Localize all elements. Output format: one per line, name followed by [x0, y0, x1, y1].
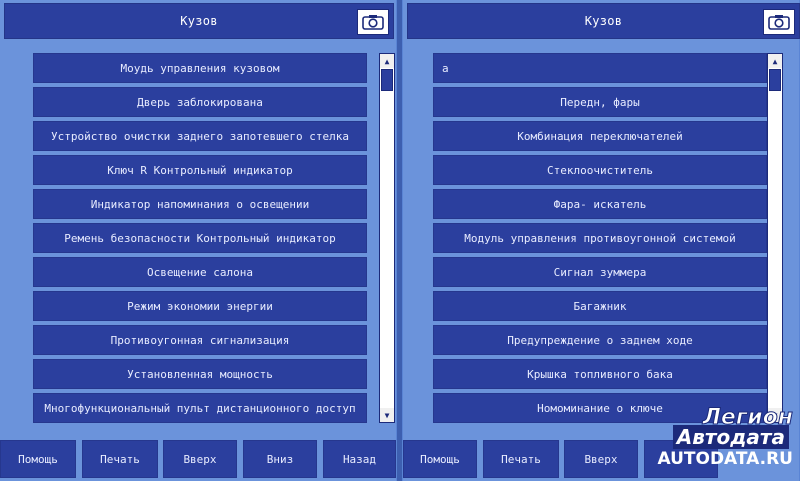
right-toolbar: Помощь Печать Вверх: [403, 440, 799, 478]
left-toolbar: Помощь Печать Вверх Вниз Назад: [0, 440, 396, 478]
left-title-bar: Кузов: [4, 3, 394, 39]
triangle-down-icon[interactable]: ▼: [768, 408, 782, 422]
left-scrollbar[interactable]: ▲ ▼: [379, 53, 395, 423]
left-item-list: Моудь управления кузовом Дверь заблокиро…: [33, 53, 367, 427]
right-scroll-thumb[interactable]: [769, 69, 781, 91]
help-button[interactable]: Помощь: [0, 440, 76, 478]
list-item[interactable]: Ремень безопасности Контрольный индикато…: [33, 223, 367, 253]
right-scrollbar[interactable]: ▲ ▼: [767, 53, 783, 423]
back-button[interactable]: Назад: [323, 440, 396, 478]
list-item[interactable]: Предупреждение о заднем ходе: [433, 325, 767, 355]
list-item[interactable]: Передн, фары: [433, 87, 767, 117]
list-item[interactable]: Устройство очистки заднего запотевшего с…: [33, 121, 367, 151]
help-button[interactable]: Помощь: [403, 440, 477, 478]
list-item[interactable]: Фара- искатель: [433, 189, 767, 219]
right-page-title: Кузов: [584, 14, 623, 28]
list-item[interactable]: Противоугонная сигнализация: [33, 325, 367, 355]
list-item[interactable]: Сигнал зуммера: [433, 257, 767, 287]
list-item[interactable]: Модуль управления противоугонной системо…: [433, 223, 767, 253]
triangle-up-icon[interactable]: ▲: [380, 54, 394, 68]
up-button[interactable]: Вверх: [564, 440, 638, 478]
list-item[interactable]: Дверь заблокирована: [33, 87, 367, 117]
list-item[interactable]: а: [433, 53, 767, 83]
down-button[interactable]: [644, 440, 718, 478]
left-scroll-thumb[interactable]: [381, 69, 393, 91]
list-item[interactable]: Индикатор напоминания о освещении: [33, 189, 367, 219]
right-panel: Кузов а Передн, фары Комбинация переключ…: [403, 0, 800, 481]
camera-icon: [362, 15, 384, 30]
panel-divider: [397, 0, 402, 481]
up-button[interactable]: Вверх: [163, 440, 237, 478]
list-item[interactable]: Многофункциональный пульт дистанционного…: [33, 393, 367, 423]
triangle-down-icon[interactable]: ▼: [380, 408, 394, 422]
list-item[interactable]: Крышка топливного бака: [433, 359, 767, 389]
print-button[interactable]: Печать: [82, 440, 158, 478]
left-panel: Кузов Моудь управления кузовом Дверь заб…: [0, 0, 396, 481]
right-title-bar: Кузов: [407, 3, 800, 39]
list-item[interactable]: Багажник: [433, 291, 767, 321]
list-item[interactable]: Режим экономии энергии: [33, 291, 367, 321]
camera-icon: [768, 15, 790, 30]
list-item[interactable]: Стеклоочиститель: [433, 155, 767, 185]
list-item[interactable]: Комбинация переключателей: [433, 121, 767, 151]
list-item[interactable]: Ключ R Контрольный индикатор: [33, 155, 367, 185]
left-screenshot-button[interactable]: [357, 9, 389, 35]
list-item[interactable]: Освещение салона: [33, 257, 367, 287]
list-item[interactable]: Установленная мощность: [33, 359, 367, 389]
list-item[interactable]: Моудь управления кузовом: [33, 53, 367, 83]
list-item[interactable]: Номоминание о ключе: [433, 393, 767, 423]
triangle-up-icon[interactable]: ▲: [768, 54, 782, 68]
down-button[interactable]: Вниз: [243, 440, 317, 478]
right-item-list: а Передн, фары Комбинация переключателей…: [433, 53, 767, 427]
right-screenshot-button[interactable]: [763, 9, 795, 35]
left-page-title: Кузов: [180, 14, 218, 28]
print-button[interactable]: Печать: [483, 440, 559, 478]
